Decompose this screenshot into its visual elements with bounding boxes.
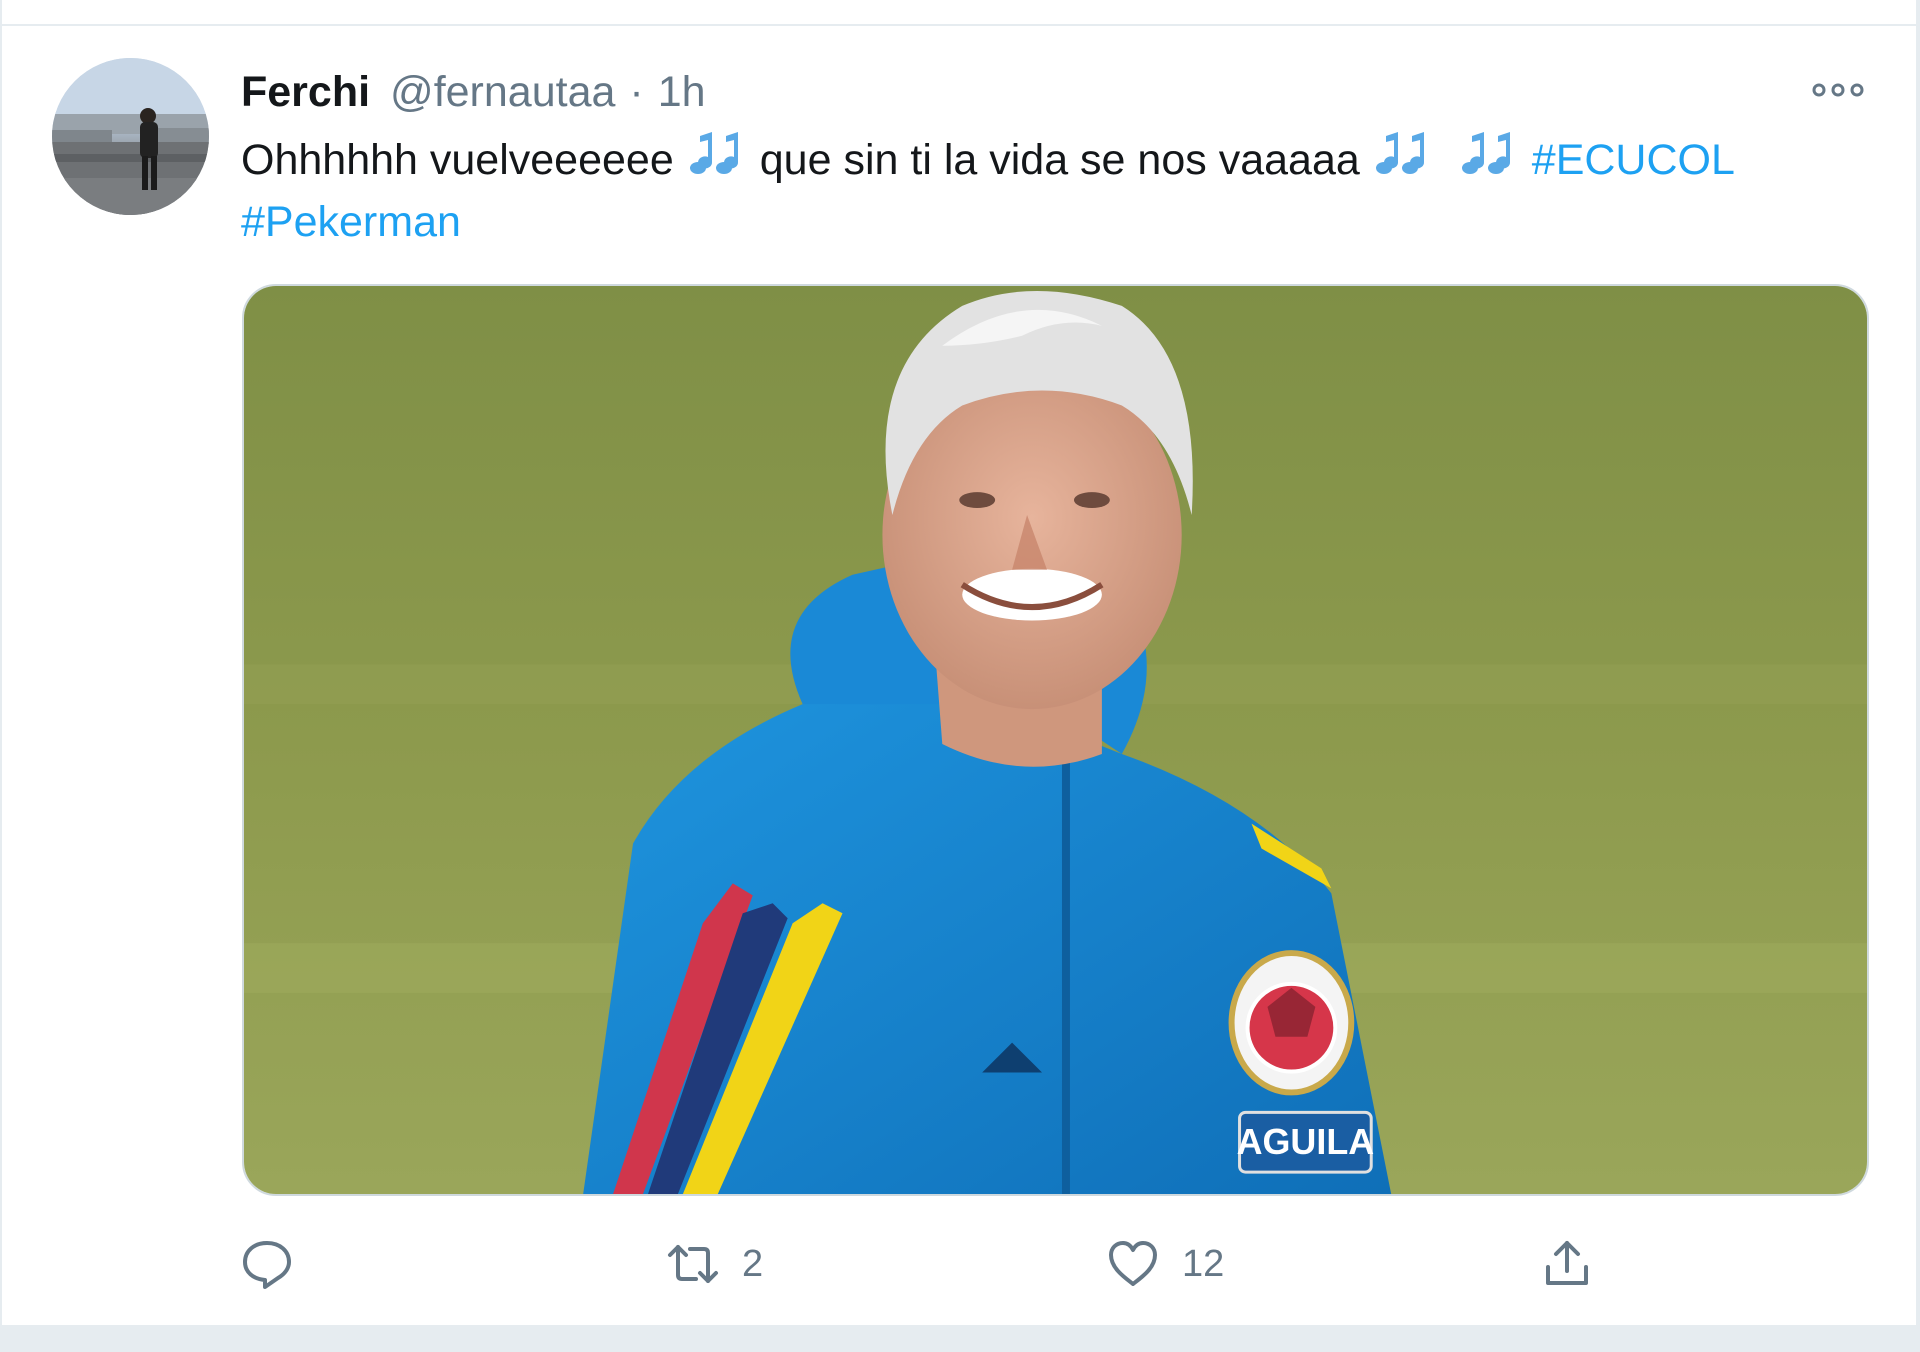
jacket-patch-text: AGUILA <box>1237 1122 1375 1162</box>
tweet-text-part-2: que sin ti la vida se nos vaaaaa <box>759 136 1360 184</box>
more-options-button[interactable] <box>1808 70 1868 110</box>
tweet-text-part-1: Ohhhhhh vuelveeeeee <box>241 136 674 184</box>
music-notes-icon <box>1458 128 1518 180</box>
like-count: 12 <box>1182 1242 1225 1285</box>
left-border <box>0 0 2 1352</box>
tweet-text-line-2: #Pekerman <box>241 191 1881 253</box>
tweet-media-image[interactable]: AGUILA <box>242 284 1869 1196</box>
tweet-text-line-1: Ohhhhhh vuelveeeeee que sin ti la vida se… <box>241 128 1881 191</box>
heart-icon <box>1109 1241 1157 1286</box>
avatar[interactable] <box>52 58 209 215</box>
photo-smiling-coach: AGUILA <box>244 286 1867 1194</box>
bottom-divider <box>0 1325 1916 1352</box>
music-notes-icon <box>686 128 746 180</box>
right-border <box>1916 0 1920 1352</box>
author-name[interactable]: Ferchi <box>241 68 370 117</box>
avatar-image <box>52 58 209 215</box>
hashtag-pekerman[interactable]: #Pekerman <box>241 198 461 246</box>
reply-button[interactable] <box>240 1232 316 1296</box>
retweet-arrows-icon <box>668 1245 718 1283</box>
tweet-text: Ohhhhhh vuelveeeeee que sin ti la vida se… <box>241 128 1881 253</box>
like-button[interactable]: 12 <box>1106 1232 1224 1296</box>
separator-dot: · <box>629 67 644 116</box>
more-dots-icon <box>1812 83 1864 97</box>
music-notes-icon <box>1372 128 1432 180</box>
hashtag-ecucol[interactable]: #ECUCOL <box>1532 136 1735 184</box>
retweet-count: 2 <box>742 1242 764 1285</box>
share-upload-icon <box>1546 1241 1588 1285</box>
tweet-actions: 2 12 <box>240 1232 1880 1296</box>
tweet-timestamp[interactable]: 1h <box>658 68 706 117</box>
top-divider <box>0 24 1916 26</box>
speech-bubble-icon <box>243 1241 291 1289</box>
retweet-button[interactable]: 2 <box>666 1232 763 1296</box>
share-button[interactable] <box>1540 1232 1594 1296</box>
tweet-header: Ferchi @fernautaa · 1h <box>241 62 706 122</box>
author-handle[interactable]: @fernautaa <box>390 68 615 117</box>
